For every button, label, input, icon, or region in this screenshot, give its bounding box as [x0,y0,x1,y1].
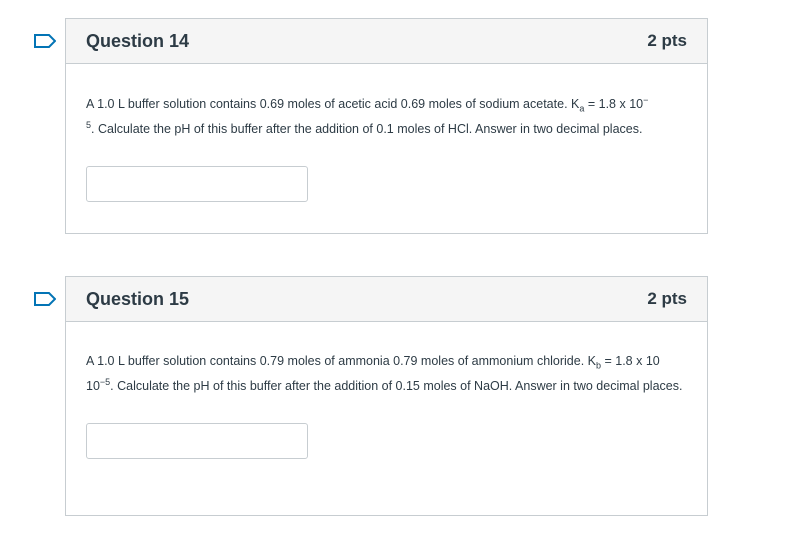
question-body: A 1.0 L buffer solution contains 0.69 mo… [66,64,707,202]
question-points: 2 pts [647,289,687,308]
question-body: A 1.0 L buffer solution contains 0.79 mo… [66,322,707,459]
question-15-card: Question 15 2 pts A 1.0 L buffer solutio… [65,276,708,516]
answer-input[interactable] [86,423,308,459]
question-title: Question 14 [86,30,190,51]
question-header: Question 15 2 pts [66,277,707,322]
question-title: Question 15 [86,288,190,309]
question-text: A 1.0 L buffer solution contains 0.69 mo… [86,94,649,136]
question-14-card: Question 14 2 pts A 1.0 L buffer solutio… [65,18,708,234]
question-text: A 1.0 L buffer solution contains 0.79 mo… [86,354,683,393]
answer-input[interactable] [86,166,308,202]
question-header: Question 14 2 pts [66,19,707,64]
question-points: 2 pts [647,31,687,50]
flag-question-icon[interactable] [34,292,56,306]
flag-question-icon[interactable] [34,34,56,48]
